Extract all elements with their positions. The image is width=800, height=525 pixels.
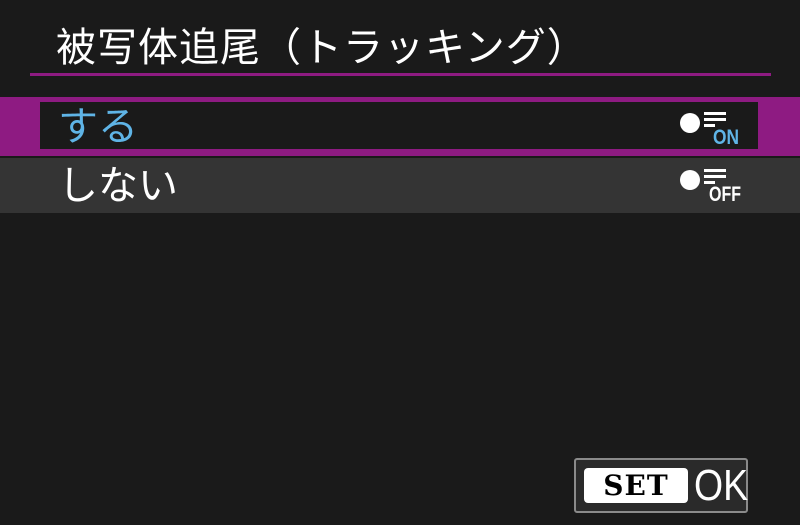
tracking-on-icon-text: ON — [713, 126, 739, 146]
ok-label: OK — [694, 461, 749, 510]
tracking-menu-screen: 被写体追尾（トラッキング） する ON しない OFF SET OK — [0, 0, 800, 525]
menu-title: 被写体追尾（トラッキング） — [56, 25, 588, 71]
option-off-label: しない — [58, 163, 178, 209]
option-on-label: する — [58, 104, 138, 150]
set-badge: SET — [584, 468, 688, 503]
tracking-off-icon-text: OFF — [709, 183, 741, 203]
tracking-on-icon: ON — [679, 110, 749, 146]
title-divider — [30, 73, 771, 76]
option-on-highlight — [40, 102, 758, 149]
tracking-off-icon: OFF — [679, 167, 749, 203]
set-ok-button[interactable]: SET OK — [574, 458, 748, 513]
